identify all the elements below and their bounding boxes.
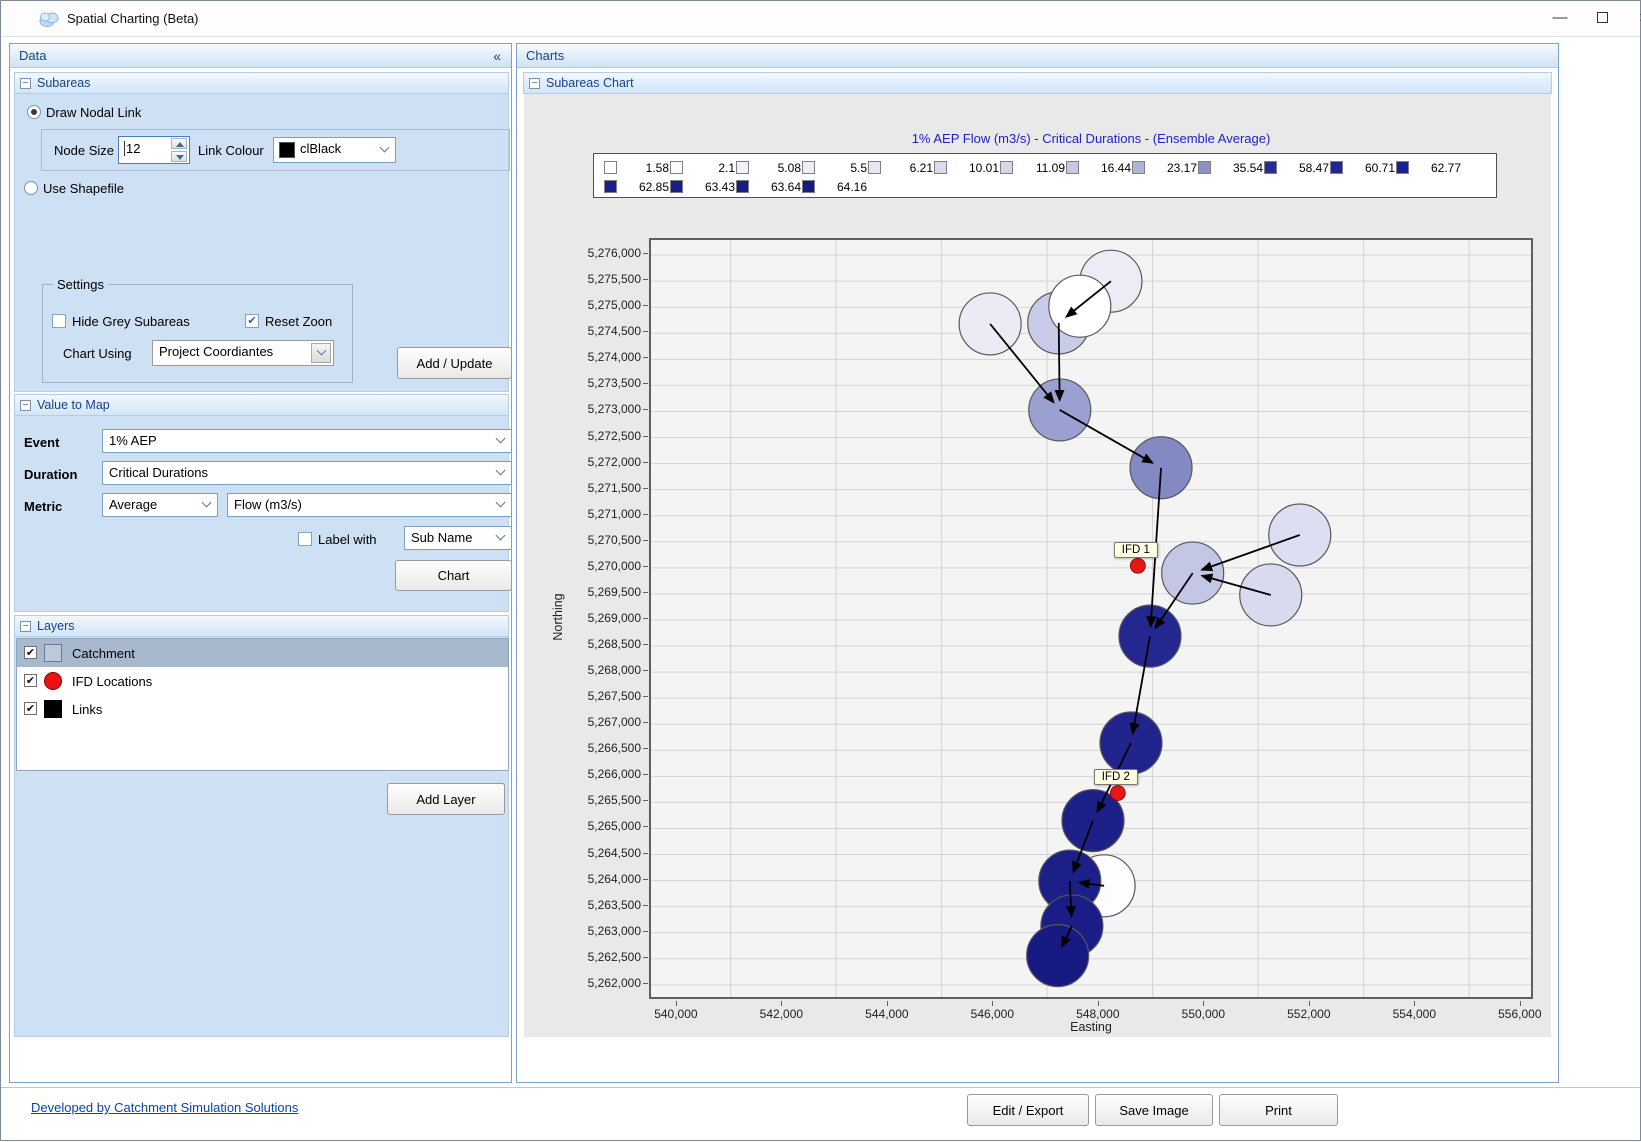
app-title: Spatial Charting (Beta): [67, 11, 199, 26]
hide-grey-subareas-checkbox[interactable]: [52, 314, 66, 328]
metric-stat-value: Average: [109, 497, 157, 512]
chart-using-dropdown-button[interactable]: [311, 343, 331, 363]
print-button[interactable]: Print: [1219, 1094, 1338, 1126]
node-size-stepper[interactable]: 12: [118, 136, 190, 164]
save-image-button[interactable]: Save Image: [1095, 1094, 1213, 1126]
data-panel-header: Data «: [10, 44, 511, 68]
link-colour-swatch: [279, 142, 295, 158]
layer-swatch-square: [44, 644, 62, 662]
subareas-group-title: Subareas: [37, 76, 91, 90]
draw-nodal-link-radio[interactable]: [27, 105, 41, 119]
use-shapefile-radio[interactable]: [24, 181, 38, 195]
layer-swatch-circle: [44, 672, 62, 690]
chevron-down-icon: [496, 531, 506, 541]
reset-zoom-label: Reset Zoon: [265, 314, 332, 329]
minimize-icon[interactable]: —: [1541, 1, 1579, 35]
layer-label: Links: [72, 702, 102, 717]
subareas-group-header[interactable]: − Subareas: [14, 72, 509, 94]
node-size-value[interactable]: 12: [124, 141, 140, 156]
titlebar: Spatial Charting (Beta) — ×: [1, 1, 1640, 37]
event-label: Event: [24, 435, 59, 450]
add-update-button[interactable]: Add / Update: [397, 347, 512, 379]
event-value: 1% AEP: [109, 433, 157, 448]
metric-type-select[interactable]: Flow (m3/s): [227, 493, 512, 517]
layer-visibility-checkbox[interactable]: [24, 702, 37, 715]
hide-grey-subareas-label: Hide Grey Subareas: [72, 314, 190, 329]
node-size-label: Node Size: [54, 143, 114, 158]
add-layer-button[interactable]: Add Layer: [387, 783, 505, 815]
value-to-map-group-header[interactable]: − Value to Map: [14, 394, 509, 416]
layer-list: Catchment IFD Locations Links: [16, 638, 509, 771]
charts-panel: Charts − Subareas Chart: [516, 43, 1559, 1083]
node-size-decrement-icon[interactable]: [171, 151, 187, 162]
link-colour-select[interactable]: clBlack: [273, 137, 396, 163]
duration-select[interactable]: Critical Durations: [102, 461, 512, 485]
settings-groupbox: [42, 284, 353, 383]
chevron-down-icon: [317, 346, 327, 356]
label-with-select[interactable]: Sub Name: [404, 526, 512, 550]
developer-link[interactable]: Developed by Catchment Simulation Soluti…: [31, 1100, 298, 1115]
reset-zoom-checkbox[interactable]: [245, 314, 259, 328]
layers-group-body: Catchment IFD Locations Links Add Layer: [14, 637, 509, 1037]
settings-legend: Settings: [53, 277, 108, 292]
chart-using-value: Project Coordiantes: [159, 344, 273, 359]
node-size-increment-icon[interactable]: [171, 138, 187, 149]
metric-type-value: Flow (m3/s): [234, 497, 302, 512]
data-panel-title: Data: [19, 48, 46, 63]
value-to-map-group-title: Value to Map: [37, 398, 110, 412]
layers-group-header[interactable]: − Layers: [14, 615, 509, 637]
chevron-down-icon: [496, 466, 506, 476]
charts-panel-header: Charts: [517, 44, 1558, 68]
metric-label: Metric: [24, 499, 62, 514]
data-panel: Data « − Subareas Draw Nodal Link Node S…: [9, 43, 512, 1083]
layer-label: Catchment: [72, 646, 135, 661]
collapse-panel-icon[interactable]: «: [493, 44, 501, 68]
chart-using-label: Chart Using: [63, 346, 132, 361]
label-with-label: Label with: [318, 532, 377, 547]
chart-background: [524, 94, 1551, 1037]
app-cloud-icon: [37, 7, 61, 31]
layer-label: IFD Locations: [72, 674, 152, 689]
layer-swatch-square: [44, 700, 62, 718]
maximize-icon[interactable]: [1583, 1, 1621, 35]
layer-row-catchment[interactable]: Catchment: [17, 639, 508, 667]
collapse-layers-icon[interactable]: −: [20, 621, 31, 632]
use-shapefile-label: Use Shapefile: [43, 181, 124, 196]
subareas-group-body: Draw Nodal Link Node Size 12 Link Colour…: [14, 94, 509, 392]
edit-export-button[interactable]: Edit / Export: [967, 1094, 1089, 1126]
layer-visibility-checkbox[interactable]: [24, 674, 37, 687]
chevron-down-icon: [496, 498, 506, 508]
subareas-chart-group-header[interactable]: − Subareas Chart: [523, 72, 1552, 94]
chevron-down-icon: [496, 434, 506, 444]
link-colour-label: Link Colour: [198, 143, 264, 158]
label-with-checkbox[interactable]: [298, 532, 312, 546]
label-with-value: Sub Name: [411, 530, 472, 545]
chart-button[interactable]: Chart: [395, 560, 512, 591]
chevron-down-icon: [202, 498, 212, 508]
app-window: Spatial Charting (Beta) — × Data « − Sub…: [0, 0, 1641, 1141]
charts-panel-title: Charts: [526, 48, 564, 63]
event-select[interactable]: 1% AEP: [102, 429, 512, 453]
layer-row-ifd-locations[interactable]: IFD Locations: [17, 667, 508, 695]
subareas-chart-group-title: Subareas Chart: [546, 76, 634, 90]
chart-using-select[interactable]: Project Coordiantes: [152, 340, 334, 366]
duration-value: Critical Durations: [109, 465, 208, 480]
collapse-subareas-icon[interactable]: −: [20, 78, 31, 89]
collapse-value-to-map-icon[interactable]: −: [20, 400, 31, 411]
nodal-link-settings-box: Node Size 12 Link Colour clBlack: [41, 129, 510, 171]
layer-visibility-checkbox[interactable]: [24, 646, 37, 659]
layer-row-links[interactable]: Links: [17, 695, 508, 723]
collapse-subareas-chart-icon[interactable]: −: [529, 78, 540, 89]
duration-label: Duration: [24, 467, 77, 482]
footer-bar: Developed by Catchment Simulation Soluti…: [1, 1087, 1640, 1137]
chevron-down-icon: [380, 143, 390, 153]
close-icon[interactable]: ×: [1625, 1, 1641, 35]
layers-group-title: Layers: [37, 619, 75, 633]
draw-nodal-link-label: Draw Nodal Link: [46, 105, 141, 120]
value-to-map-group-body: Event 1% AEP Duration Critical Durations…: [14, 416, 509, 612]
metric-stat-select[interactable]: Average: [102, 493, 218, 517]
link-colour-value: clBlack: [300, 141, 341, 156]
